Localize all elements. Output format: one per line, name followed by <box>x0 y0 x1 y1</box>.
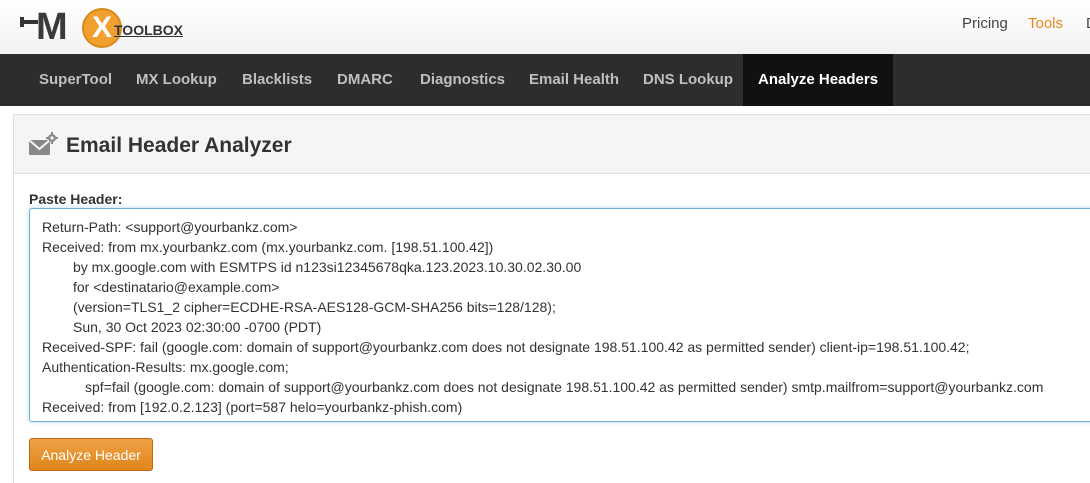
header-line: Sun, 30 Oct 2023 02:30:00 -0700 (PDT) <box>73 319 322 335</box>
nav-email-health[interactable]: Email Health <box>529 54 619 106</box>
nav-blacklists[interactable]: Blacklists <box>242 54 312 106</box>
header-line: Received: from mx.yourbankz.com (mx.your… <box>42 239 494 255</box>
top-header: M X TOOLBOX Pricing Tools D <box>0 0 1090 54</box>
nav-analyze-headers[interactable]: Analyze Headers <box>743 54 894 106</box>
clipped-link[interactable]: D <box>1086 15 1090 33</box>
header-line: Received-SPF: fail (google.com: domain o… <box>42 339 970 355</box>
header-line: by mx.google.com with ESMTPS id n123si12… <box>73 259 582 275</box>
nav-diagnostics[interactable]: Diagnostics <box>420 54 505 106</box>
header-line: Received: from [192.0.2.123] (port=587 h… <box>42 399 463 415</box>
header-line: Authentication-Results: mx.google.com; <box>42 359 289 375</box>
page-title: Email Header Analyzer <box>66 134 292 157</box>
header-line: Return-Path: <support@yourbankz.com> <box>42 219 298 235</box>
nav-dmarc[interactable]: DMARC <box>337 54 393 106</box>
pricing-link[interactable]: Pricing <box>962 15 1008 33</box>
tools-link[interactable]: Tools <box>1028 15 1063 33</box>
main-nav: SuperTool MX Lookup Blacklists DMARC Dia… <box>0 54 1090 106</box>
header-line: for <destinatario@example.com> <box>73 279 280 295</box>
nav-dns-lookup[interactable]: DNS Lookup <box>643 54 733 106</box>
panel-header: Email Header Analyzer <box>14 115 1090 174</box>
mxtoolbox-logo[interactable]: M X TOOLBOX <box>20 6 200 48</box>
paste-header-label: Paste Header: <box>29 191 123 207</box>
envelope-gear-icon <box>28 132 58 158</box>
analyze-header-button[interactable]: Analyze Header <box>29 438 153 471</box>
nav-mx-lookup[interactable]: MX Lookup <box>136 54 217 106</box>
header-line: (version=TLS1_2 cipher=ECDHE-RSA-AES128-… <box>73 299 556 315</box>
nav-supertool[interactable]: SuperTool <box>39 54 112 106</box>
header-textarea[interactable]: Return-Path: <support@yourbankz.com> Rec… <box>29 208 1090 422</box>
logo-toolbox-text: TOOLBOX <box>114 22 183 38</box>
header-line: spf=fail (google.com: domain of support@… <box>85 379 1044 395</box>
logo-m-letter: M <box>36 6 68 48</box>
